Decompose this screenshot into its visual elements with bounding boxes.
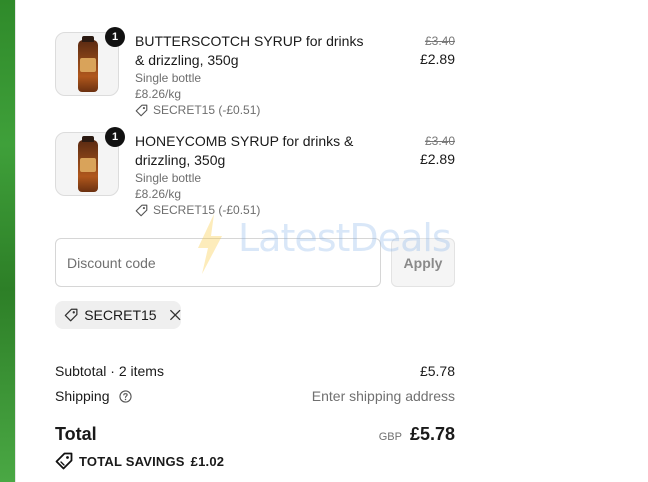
tag-icon — [135, 204, 148, 216]
savings-label: TOTAL SAVINGS — [79, 453, 185, 469]
current-price: £2.89 — [419, 151, 455, 167]
total-label: Total — [55, 424, 97, 444]
savings-tag-icon — [55, 452, 73, 470]
currency-code: GBP — [378, 431, 402, 443]
product-thumbnail: 1 — [55, 27, 125, 96]
discount-code-input[interactable] — [55, 238, 381, 287]
product-title: BUTTERSCOTCH SYRUP for drinks & drizzlin… — [135, 33, 364, 68]
tag-icon — [64, 308, 78, 322]
close-icon[interactable] — [169, 308, 181, 322]
discount-code-form: Apply — [55, 238, 455, 287]
applied-discount-chip: SECRET15 — [55, 301, 181, 329]
cart-line-item: 1 BUTTERSCOTCH SYRUP for drinks & drizzl… — [55, 27, 455, 132]
unit-price: £8.26/kg — [135, 187, 182, 201]
subtotal-value: £5.78 — [419, 363, 455, 379]
shipping-label-group: Shipping — [55, 388, 133, 404]
total-row: Total GBP £5.78 — [55, 424, 455, 445]
current-price: £2.89 — [419, 51, 455, 67]
savings-value: £1.02 — [190, 453, 225, 469]
help-circle-icon[interactable] — [119, 390, 133, 403]
total-amount-group: GBP £5.78 — [379, 424, 455, 445]
item-discount: SECRET15 (-£0.51) — [135, 102, 260, 118]
shipping-row: Shipping Enter shipping address — [55, 388, 455, 404]
product-title: HONEYCOMB SYRUP for drinks & drizzling, … — [135, 133, 354, 168]
page-background-strip — [0, 0, 16, 482]
shipping-label: Shipping — [55, 388, 110, 404]
product-variant: Single bottle — [135, 71, 202, 85]
unit-price: £8.26/kg — [135, 87, 182, 101]
cart-line-item: 1 HONEYCOMB SYRUP for drinks & drizzling… — [55, 127, 455, 232]
item-discount-text: SECRET15 (-£0.51) — [153, 203, 261, 217]
item-discount-text: SECRET15 (-£0.51) — [153, 103, 261, 117]
total-value: £5.78 — [409, 424, 455, 444]
quantity-badge: 1 — [105, 27, 125, 47]
total-savings: TOTAL SAVINGS £1.02 — [55, 452, 224, 470]
original-price: £3.40 — [424, 34, 455, 48]
original-price: £3.40 — [424, 134, 455, 148]
subtotal-row: Subtotal · 2 items £5.78 — [55, 363, 455, 379]
applied-code-text: SECRET15 — [84, 307, 157, 323]
item-discount: SECRET15 (-£0.51) — [135, 202, 260, 218]
apply-discount-button[interactable]: Apply — [391, 238, 455, 287]
syrup-bottle-image — [78, 36, 98, 92]
quantity-badge: 1 — [105, 127, 125, 147]
product-variant: Single bottle — [135, 171, 202, 185]
shipping-value: Enter shipping address — [311, 388, 455, 404]
subtotal-label: Subtotal · 2 items — [55, 363, 164, 379]
tag-icon — [135, 104, 148, 116]
syrup-bottle-image — [78, 136, 98, 192]
product-thumbnail: 1 — [55, 127, 125, 196]
